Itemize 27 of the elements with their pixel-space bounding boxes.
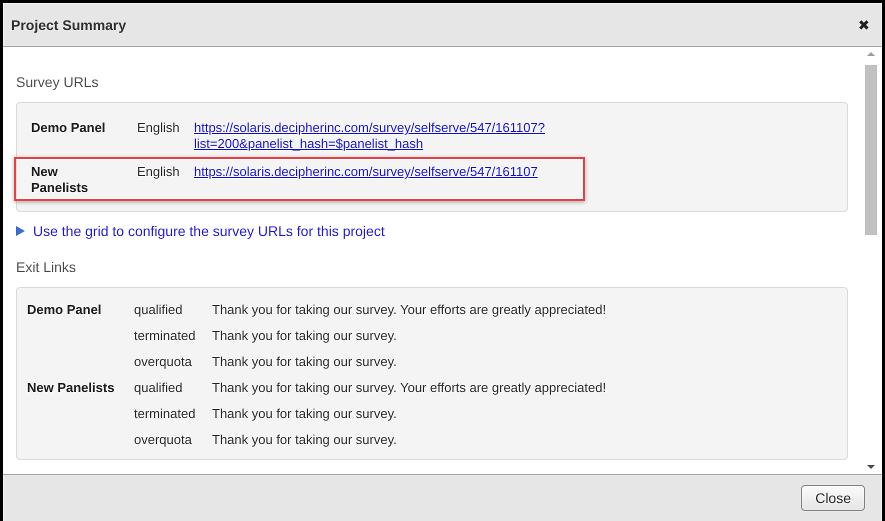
section-heading: Exit Links xyxy=(16,259,77,275)
exit-message: Thank you for taking our survey. Your efforts are greatly appreciated! xyxy=(212,302,608,316)
exit-type: overquota xyxy=(134,432,193,446)
expand-triangle-icon[interactable] xyxy=(16,226,25,236)
exit-message: Thank you for taking our survey. Your efforts are greatly appreciated! xyxy=(212,380,608,394)
window-title: Project Summary xyxy=(11,16,126,32)
panel-name: New Panelists xyxy=(31,164,90,196)
exit-type: terminated xyxy=(134,328,196,342)
exit-type: qualified xyxy=(134,302,184,316)
grid-config-link[interactable]: Use the grid to configure the survey URLs for this project xyxy=(33,223,385,239)
close-button[interactable]: Close xyxy=(801,485,865,511)
language-label: English xyxy=(137,120,181,137)
exit-message: Thank you for taking our survey. xyxy=(212,432,398,446)
section-heading: Survey URLs xyxy=(16,74,100,90)
exit-message: Thank you for taking our survey. xyxy=(212,406,398,420)
survey-url-link[interactable]: https://solaris.decipherinc.com/survey/selfserve/547/161107 xyxy=(194,164,586,196)
exit-message: Thank you for taking our survey. xyxy=(212,328,398,342)
exit-message: Thank you for taking our survey. xyxy=(212,354,398,368)
panel-name: Demo Panel xyxy=(31,120,106,137)
panel-name: Demo Panel xyxy=(27,302,102,316)
scrollbar-thumb[interactable] xyxy=(865,65,877,235)
exit-type: overquota xyxy=(134,354,193,368)
survey-url-link[interactable]: https://solaris.decipherinc.com/survey/selfserve/547/161107?list=200&panelist_hash=$panelist_hash xyxy=(194,120,586,152)
exit-type: qualified xyxy=(134,380,184,394)
language-label: English xyxy=(137,164,181,181)
exit-type: terminated xyxy=(134,406,196,420)
panel-name: New Panelists xyxy=(27,380,116,394)
